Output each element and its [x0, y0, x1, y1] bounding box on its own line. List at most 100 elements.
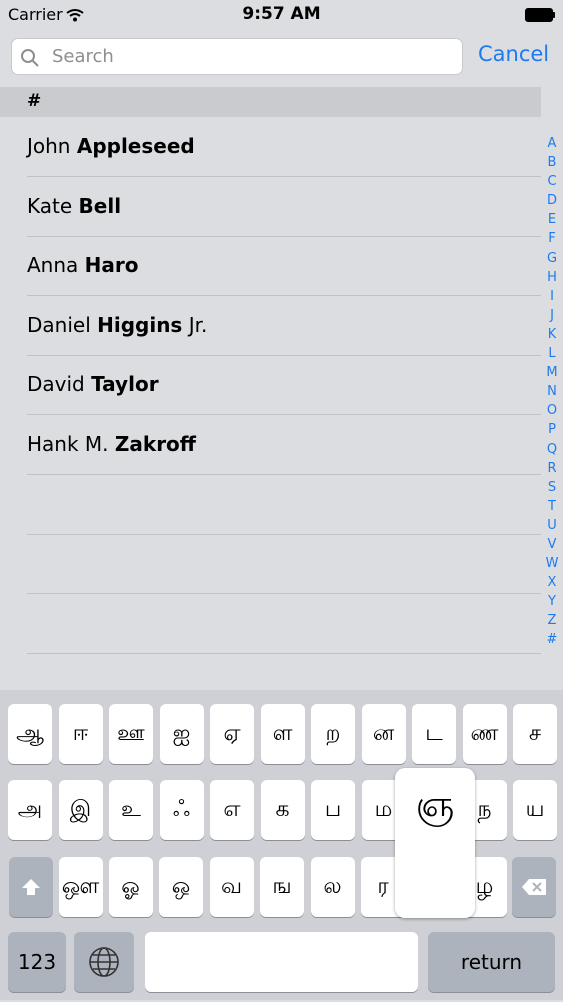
contact-row[interactable]: John Appleseed	[0, 118, 541, 177]
keyboard: ஆ ஈ ஊ ஐ ஏ ள ற ன ட ண ச அ இ உ ஃ எ க ப ம ந ய ஔ ஓ ஒ வ ங ல ர ழ 123 return	[0, 690, 563, 1000]
contact-name: Anna Haro	[27, 253, 139, 277]
index-letter[interactable]: L	[542, 344, 562, 363]
contact-last-name: Appleseed	[76, 134, 195, 158]
key[interactable]: உ	[109, 780, 153, 840]
index-letter[interactable]: S	[542, 478, 562, 497]
shift-icon	[22, 879, 40, 895]
index-letter[interactable]: Z	[542, 611, 562, 630]
contact-last-name: Haro	[84, 253, 139, 278]
contact-name: David Taylor	[27, 372, 159, 396]
index-letter[interactable]: T	[542, 497, 562, 516]
contact-last-name: Taylor	[91, 372, 159, 397]
key[interactable]: ச	[513, 704, 557, 764]
contact-last-name: Zakroff	[114, 432, 196, 456]
contact-row[interactable]: Anna Haro	[0, 237, 541, 297]
empty-row	[0, 535, 541, 595]
contact-name: Hank M. Zakroff	[27, 432, 196, 456]
search-input[interactable]: Search	[11, 38, 463, 75]
key[interactable]: ன	[361, 704, 406, 764]
cancel-button[interactable]: Cancel	[478, 42, 549, 66]
index-letter[interactable]: Q	[542, 440, 562, 459]
contact-last-name: Higgins	[97, 312, 183, 337]
index-letter[interactable]: X	[542, 573, 562, 592]
contact-first-name: John	[27, 134, 77, 158]
index-letter[interactable]: Y	[542, 592, 562, 611]
contact-name: Daniel Higgins Jr.	[27, 313, 207, 337]
delete-key[interactable]	[512, 857, 556, 917]
empty-row	[0, 595, 541, 654]
index-letter[interactable]: P	[542, 420, 562, 439]
contact-row[interactable]: Hank M. Zakroff	[0, 416, 541, 475]
index-letter[interactable]: N	[542, 382, 562, 401]
status-bar: Carrier 9:57 AM	[0, 0, 563, 30]
search-placeholder: Search	[52, 46, 114, 67]
key[interactable]: ய	[513, 780, 557, 840]
key[interactable]: வ	[209, 857, 254, 917]
contact-name: John Appleseed	[27, 134, 195, 158]
index-letter[interactable]: K	[542, 325, 562, 344]
index-letter[interactable]: V	[542, 535, 562, 554]
index-letter[interactable]: M	[542, 363, 562, 382]
key[interactable]: ற	[311, 704, 355, 764]
key[interactable]: ஈ	[58, 704, 103, 764]
section-index[interactable]: A B C D E F G H I J K L M N O P Q R S T U V W X Y Z #	[542, 134, 562, 650]
globe-key[interactable]	[74, 932, 134, 992]
key[interactable]: ஒ	[159, 857, 203, 917]
empty-row	[0, 476, 541, 535]
delete-icon	[522, 879, 546, 895]
shift-key[interactable]	[9, 857, 53, 917]
index-letter[interactable]: H	[542, 268, 562, 287]
key[interactable]: எ	[210, 780, 254, 840]
index-letter[interactable]: I	[542, 287, 562, 306]
key[interactable]: அ	[8, 780, 52, 840]
key-popup-char: ஞ	[415, 784, 455, 825]
index-letter[interactable]: W	[542, 554, 562, 573]
key[interactable]: க	[260, 780, 305, 840]
index-letter[interactable]: J	[542, 306, 562, 325]
numbers-key[interactable]: 123	[8, 932, 66, 992]
index-letter[interactable]: C	[542, 172, 562, 191]
index-letter[interactable]: O	[542, 401, 562, 420]
index-letter[interactable]: D	[542, 191, 562, 210]
battery-icon	[525, 8, 555, 22]
index-letter[interactable]: F	[542, 229, 562, 248]
key[interactable]: ப	[311, 780, 355, 840]
key[interactable]: இ	[58, 780, 103, 840]
key[interactable]: ஊ	[109, 704, 153, 764]
key[interactable]: ஃ	[159, 780, 204, 840]
index-letter[interactable]: #	[542, 630, 562, 649]
key[interactable]: ண	[462, 704, 507, 764]
contact-first-name: Kate	[27, 193, 79, 218]
contact-row[interactable]: Daniel Higgins Jr.	[0, 297, 541, 356]
key[interactable]: ள	[260, 704, 305, 764]
contact-first-name: David	[27, 372, 92, 397]
index-letter[interactable]: U	[542, 516, 562, 535]
key[interactable]: ஏ	[210, 704, 254, 764]
space-key[interactable]	[145, 932, 418, 992]
index-letter[interactable]: E	[542, 210, 562, 229]
index-letter[interactable]: R	[542, 459, 562, 478]
key[interactable]: ஆ	[8, 704, 52, 764]
key[interactable]: ட	[412, 704, 456, 764]
key[interactable]: ல	[310, 857, 355, 917]
section-header-label: #	[27, 91, 42, 111]
contact-row[interactable]: David Taylor	[0, 356, 541, 416]
search-icon	[20, 48, 40, 72]
key[interactable]: ஔ	[58, 857, 103, 917]
key-popup: ஞ	[395, 768, 475, 918]
index-letter[interactable]: G	[542, 249, 562, 268]
globe-icon	[89, 947, 119, 977]
index-letter[interactable]: B	[542, 153, 562, 172]
row-separator	[27, 652, 541, 654]
section-header: #	[0, 87, 541, 117]
key[interactable]: ஓ	[108, 857, 153, 917]
return-key[interactable]: return	[428, 932, 555, 992]
contact-name: Kate Bell	[27, 194, 121, 218]
key[interactable]: ங	[260, 857, 304, 917]
index-letter[interactable]: A	[542, 134, 562, 153]
contact-suffix: Jr.	[182, 312, 208, 337]
contact-first-name: Daniel	[27, 312, 98, 337]
contact-first-name: Hank M.	[27, 432, 115, 456]
key[interactable]: ஐ	[159, 704, 204, 764]
contact-row[interactable]: Kate Bell	[0, 178, 541, 237]
